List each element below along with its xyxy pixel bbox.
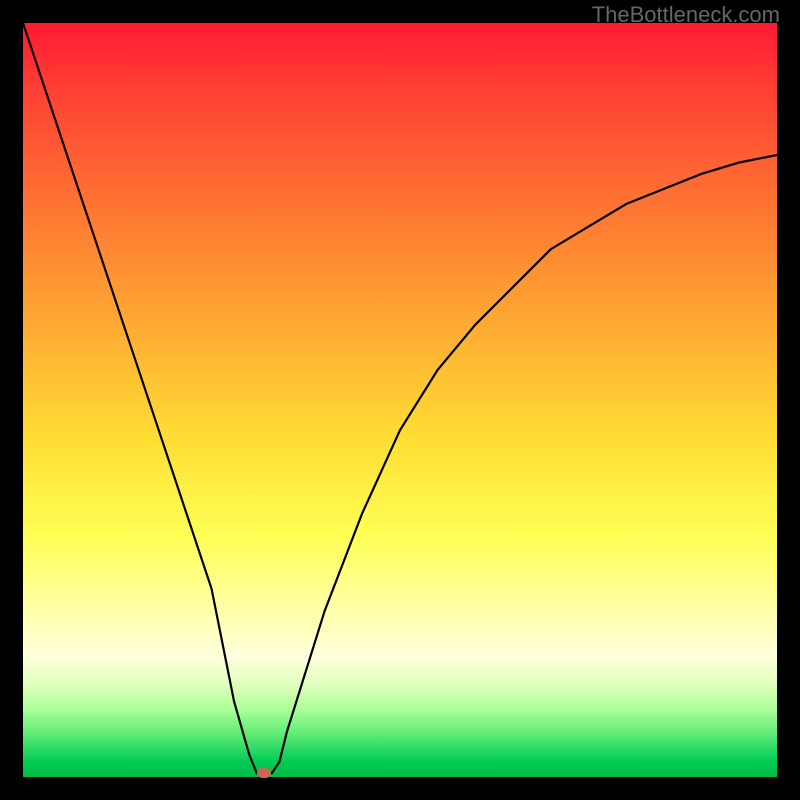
chart-plot-area bbox=[23, 23, 777, 777]
watermark-text: TheBottleneck.com bbox=[592, 2, 780, 28]
optimal-point-marker bbox=[257, 768, 271, 778]
bottleneck-curve bbox=[23, 23, 777, 777]
